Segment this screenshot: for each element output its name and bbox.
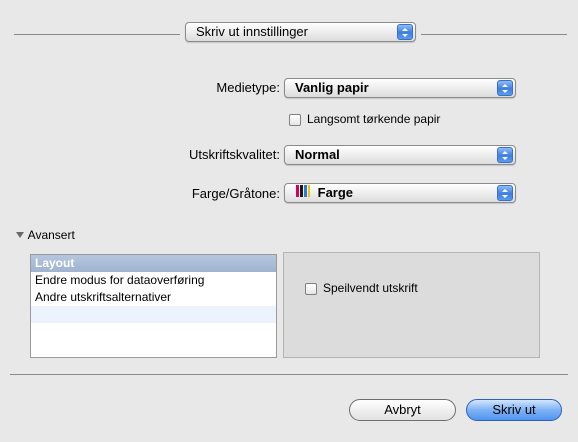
quality-label: Utskriftskvalitet: bbox=[188, 147, 280, 162]
advanced-label: Avansert bbox=[27, 228, 75, 242]
mirror-print-label: Speilvendt utskrift bbox=[323, 281, 418, 295]
color-popup[interactable]: Farge bbox=[284, 183, 516, 203]
cancel-button[interactable]: Avbryt bbox=[349, 399, 456, 421]
slow-dry-checkbox[interactable] bbox=[289, 114, 301, 126]
popup-arrows-icon bbox=[497, 185, 513, 201]
mirror-print-checkbox[interactable] bbox=[305, 283, 317, 295]
advanced-disclosure[interactable]: Avansert bbox=[16, 228, 75, 242]
list-item-label: Endre modus for dataoverføring bbox=[35, 273, 205, 287]
list-empty-row bbox=[31, 306, 276, 323]
popup-arrows-icon bbox=[397, 24, 413, 40]
section-popup[interactable]: Skriv ut innstillinger bbox=[185, 22, 416, 42]
list-empty-row bbox=[31, 323, 276, 340]
print-button[interactable]: Skriv ut bbox=[466, 399, 562, 421]
popup-arrows-icon bbox=[497, 80, 513, 96]
color-value: Farge bbox=[317, 185, 354, 200]
popup-arrows-icon bbox=[497, 147, 513, 163]
list-item[interactable]: Layout bbox=[31, 255, 276, 272]
quality-popup[interactable]: Normal bbox=[284, 145, 516, 165]
slow-dry-label: Langsomt tørkende papir bbox=[307, 112, 441, 126]
media-type-popup[interactable]: Vanlig papir bbox=[284, 78, 516, 98]
list-item-label: Andre utskriftsalternativer bbox=[35, 290, 172, 304]
quality-value: Normal bbox=[295, 147, 340, 162]
section-popup-value: Skriv ut innstillinger bbox=[196, 24, 308, 39]
color-ink-icon bbox=[295, 184, 311, 203]
list-item-label: Layout bbox=[35, 256, 75, 270]
disclosure-triangle-icon bbox=[16, 228, 28, 242]
advanced-list[interactable]: Layout Endre modus for dataoverføring An… bbox=[30, 254, 277, 358]
layout-options-panel: Speilvendt utskrift bbox=[283, 252, 540, 358]
list-item[interactable]: Andre utskriftsalternativer bbox=[31, 289, 276, 306]
footer-rule bbox=[10, 374, 568, 375]
media-type-value: Vanlig papir bbox=[295, 80, 369, 95]
list-item[interactable]: Endre modus for dataoverføring bbox=[31, 272, 276, 289]
media-type-label: Medietype: bbox=[216, 80, 280, 95]
header-rule-left bbox=[14, 34, 180, 35]
color-label: Farge/Gråtone: bbox=[191, 186, 280, 201]
header-rule-right bbox=[421, 34, 567, 35]
